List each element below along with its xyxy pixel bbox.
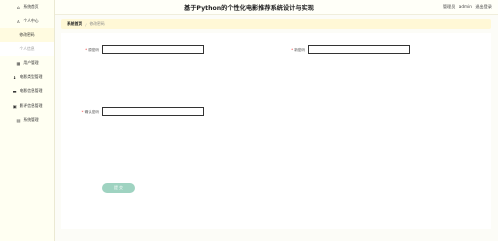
sidebar-item-change-password[interactable]: 修改密码 [0,28,54,42]
film-icon: ▬ [12,88,17,94]
sidebar-item-label: 电影类型管理 [19,74,43,79]
sidebar-item-label: 系统首页 [23,4,39,9]
confirm-password-label: * 确认密码 [81,110,99,114]
sidebar-item-label: 个人信息 [19,46,35,51]
trophy-icon: ♝ [12,74,17,80]
sidebar-item-label: 系统管理 [23,117,39,122]
sidebar-item-label: 个人中心 [23,18,39,23]
sidebar-item-label: 影评信息管理 [19,103,43,108]
comment-icon: ▣ [12,103,17,109]
breadcrumb-separator: / [85,21,87,27]
home-icon: ⌂ [17,4,20,10]
confirm-password-field[interactable] [102,107,204,116]
sidebar-item-movie-info-management[interactable]: ▬ 电影信息管理 [0,84,54,98]
logout-link[interactable]: 退出登录 [475,4,492,9]
old-password-field[interactable] [102,45,204,54]
app-title: 基于Python的个性化电影推荐系统设计与实现 [184,5,314,12]
sidebar-item-home[interactable]: ⌂ 系统首页 [0,0,54,14]
person-icon: ♙ [16,18,21,24]
breadcrumb-home[interactable]: 系统首页 [67,21,82,27]
sidebar-item-label: 修改密码 [19,32,35,37]
breadcrumb: 系统首页 / 修改密码 [61,19,491,29]
user-area: 管理员 admin 退出登录 [441,4,492,10]
grid-icon: ▦ [16,60,21,66]
new-password-label: * 新密码 [291,48,305,52]
sidebar-item-system-management[interactable]: ▤ 系统管理 [0,113,54,127]
user-role: 管理员 [442,4,456,9]
sidebar-item-user-management[interactable]: ▦ 用户管理 [0,56,54,70]
sidebar-item-label: 电影信息管理 [19,88,43,93]
sidebar: ⌂ 系统首页 ♙ 个人中心 修改密码 个人信息 ▦ 用户管理 ♝ 电影类型管理 … [0,0,55,241]
submit-button[interactable]: 提 交 [102,183,135,193]
sidebar-item-movie-type-management[interactable]: ♝ 电影类型管理 [0,70,54,84]
password-form: * 原密码 * 新密码 * 确认密码 提 交 [61,33,491,229]
sidebar-item-label: 用户管理 [23,60,39,65]
sidebar-item-review-management[interactable]: ▣ 影评信息管理 [0,99,54,113]
sidebar-item-personal-info[interactable]: 个人信息 [0,42,54,56]
breadcrumb-current: 修改密码 [89,21,105,26]
sidebar-item-personal-center[interactable]: ♙ 个人中心 [0,14,54,28]
main-content: 系统首页 / 修改密码 * 原密码 * 新密码 * 确认密码 提 交 [55,15,498,241]
user-name: admin [458,4,472,9]
settings-icon: ▤ [16,117,21,123]
new-password-field[interactable] [308,45,410,54]
old-password-label: * 原密码 [85,48,99,52]
top-header: 基于Python的个性化电影推荐系统设计与实现 管理员 admin 退出登录 [0,0,498,15]
